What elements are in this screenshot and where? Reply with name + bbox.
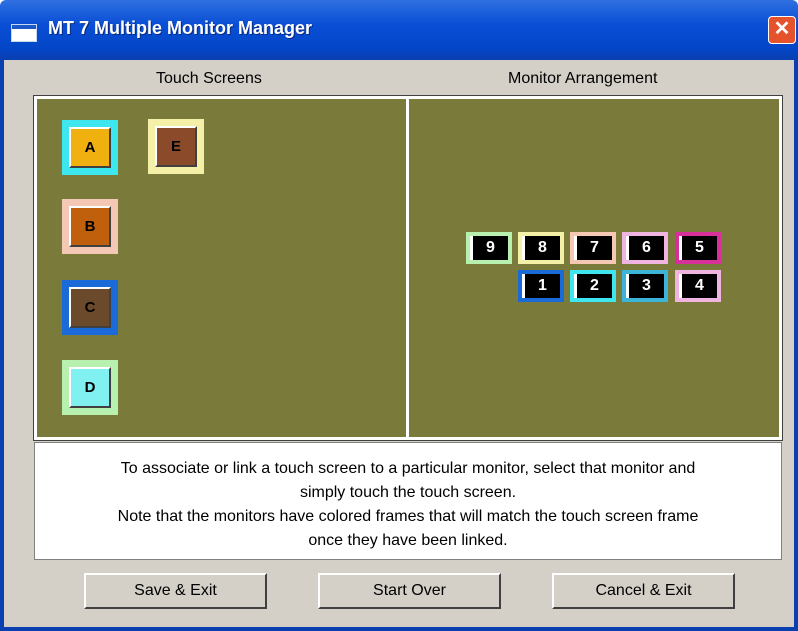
touch-screen-b-label: B bbox=[69, 206, 111, 247]
monitor-6-label: 6 bbox=[626, 236, 664, 260]
monitor-4[interactable]: 4 bbox=[675, 270, 721, 302]
title-bar[interactable]: MT 7 Multiple Monitor Manager ✕ bbox=[0, 0, 798, 60]
touch-screen-c-label: C bbox=[69, 287, 111, 328]
monitor-4-label: 4 bbox=[679, 274, 717, 298]
save-exit-button[interactable]: Save & Exit bbox=[84, 573, 267, 609]
monitor-7-label: 7 bbox=[574, 236, 612, 260]
touch-screens-heading: Touch Screens bbox=[156, 70, 262, 87]
touch-screen-a-button[interactable]: A bbox=[62, 120, 118, 175]
monitor-6[interactable]: 6 bbox=[622, 232, 668, 264]
monitor-2[interactable]: 2 bbox=[570, 270, 616, 302]
monitor-5[interactable]: 5 bbox=[675, 232, 721, 264]
monitor-arrangement-heading: Monitor Arrangement bbox=[508, 70, 658, 87]
monitor-9[interactable]: 9 bbox=[466, 232, 512, 264]
instructions-box: To associate or link a touch screen to a… bbox=[34, 442, 782, 560]
instructions-line-2: simply touch the touch screen. bbox=[299, 484, 517, 501]
touch-screen-c-button[interactable]: C bbox=[62, 280, 118, 335]
monitor-8-label: 8 bbox=[522, 236, 560, 260]
monitor-1[interactable]: 1 bbox=[518, 270, 564, 302]
window-icon bbox=[11, 24, 37, 42]
cancel-exit-button[interactable]: Cancel & Exit bbox=[552, 573, 735, 609]
panel-divider bbox=[406, 96, 409, 440]
touch-screen-e-label: E bbox=[155, 126, 197, 167]
start-over-button[interactable]: Start Over bbox=[318, 573, 501, 609]
instructions-line-4: once they have been linked. bbox=[308, 532, 508, 549]
monitor-9-label: 9 bbox=[470, 236, 508, 260]
touch-screen-a-label: A bbox=[69, 127, 111, 168]
monitor-5-label: 5 bbox=[679, 236, 717, 260]
window-title: MT 7 Multiple Monitor Manager bbox=[48, 18, 312, 38]
monitor-3[interactable]: 3 bbox=[622, 270, 668, 302]
monitor-8[interactable]: 8 bbox=[518, 232, 564, 264]
monitor-7[interactable]: 7 bbox=[570, 232, 616, 264]
touch-screen-e-button[interactable]: E bbox=[148, 119, 204, 174]
touch-screen-d-button[interactable]: D bbox=[62, 360, 118, 415]
instructions-line-3: Note that the monitors have colored fram… bbox=[117, 508, 699, 525]
monitor-2-label: 2 bbox=[574, 274, 612, 298]
monitor-3-label: 3 bbox=[626, 274, 664, 298]
touch-screen-d-label: D bbox=[69, 367, 111, 408]
close-button[interactable]: ✕ bbox=[768, 16, 796, 44]
monitor-1-label: 1 bbox=[522, 274, 560, 298]
touch-screen-b-button[interactable]: B bbox=[62, 199, 118, 254]
dialog-window: MT 7 Multiple Monitor Manager ✕ Touch Sc… bbox=[0, 0, 798, 631]
instructions-line-1: To associate or link a touch screen to a… bbox=[120, 460, 696, 477]
